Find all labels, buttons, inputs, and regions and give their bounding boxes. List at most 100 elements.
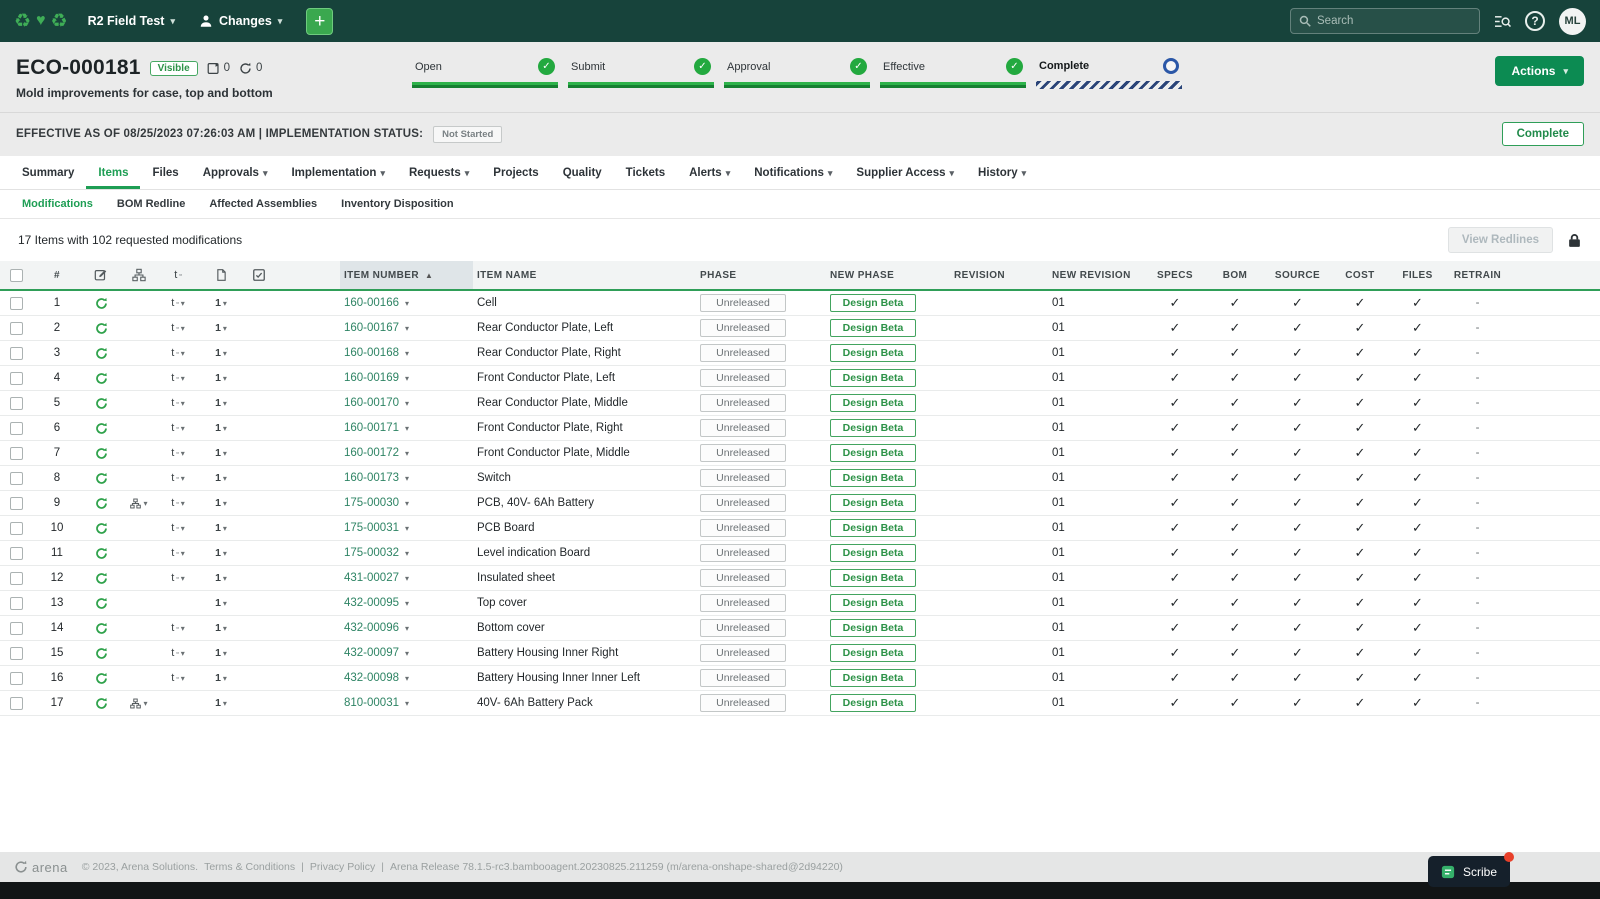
sync-count-button[interactable]: 0: [239, 62, 262, 75]
actions-button[interactable]: Actions ▾: [1495, 56, 1584, 86]
row-checkbox[interactable]: [10, 522, 23, 535]
chevron-down-icon[interactable]: ▾: [405, 549, 409, 558]
chevron-down-icon[interactable]: ▾: [405, 524, 409, 533]
subtab-bom-redline[interactable]: BOM Redline: [105, 190, 197, 218]
view-redlines-button[interactable]: View Redlines: [1448, 227, 1553, 253]
tasks-icon[interactable]: [244, 261, 340, 289]
lifecycle-dropdown[interactable]: t▫ ▾: [171, 472, 185, 484]
revision-count-dropdown[interactable]: 1 ▾: [215, 622, 227, 634]
chevron-down-icon[interactable]: ▾: [405, 324, 409, 333]
row-checkbox[interactable]: [10, 322, 23, 335]
chevron-down-icon[interactable]: ▾: [405, 299, 409, 308]
tab-history[interactable]: History: [966, 156, 1038, 189]
tab-supplier-access[interactable]: Supplier Access: [844, 156, 966, 189]
column-revision[interactable]: REVISION: [950, 261, 1048, 289]
privacy-link[interactable]: Privacy Policy: [310, 861, 375, 873]
subtab-affected-assemblies[interactable]: Affected Assemblies: [197, 190, 329, 218]
item-number-link[interactable]: 160-00170: [344, 397, 399, 409]
item-number-link[interactable]: 160-00172: [344, 447, 399, 459]
workspace-dropdown[interactable]: R2 Field Test ▾: [88, 14, 175, 28]
tab-notifications[interactable]: Notifications: [742, 156, 844, 189]
scribe-widget[interactable]: Scribe: [1428, 856, 1510, 887]
row-checkbox[interactable]: [10, 497, 23, 510]
arena-logo[interactable]: ♻ ♥ ♻: [14, 12, 68, 31]
tab-requests[interactable]: Requests: [397, 156, 481, 189]
where-used-dropdown[interactable]: ▾: [130, 698, 147, 709]
tab-quality[interactable]: Quality: [551, 156, 614, 189]
where-used-dropdown[interactable]: ▾: [130, 498, 147, 509]
column-new-revision[interactable]: NEW REVISION: [1048, 261, 1145, 289]
tab-approvals[interactable]: Approvals: [191, 156, 280, 189]
revision-count-dropdown[interactable]: 1 ▾: [215, 497, 227, 509]
row-checkbox[interactable]: [10, 572, 23, 585]
item-number-link[interactable]: 432-00095: [344, 597, 399, 609]
tab-alerts[interactable]: Alerts: [677, 156, 742, 189]
revision-count-dropdown[interactable]: 1 ▾: [215, 697, 227, 709]
create-new-button[interactable]: +: [306, 8, 333, 35]
row-checkbox[interactable]: [10, 397, 23, 410]
subtab-inventory-disposition[interactable]: Inventory Disposition: [329, 190, 465, 218]
row-checkbox[interactable]: [10, 297, 23, 310]
row-checkbox[interactable]: [10, 472, 23, 485]
column-files[interactable]: FILES: [1390, 261, 1445, 289]
revision-count-dropdown[interactable]: 1 ▾: [215, 397, 227, 409]
item-number-link[interactable]: 175-00032: [344, 547, 399, 559]
revision-count-dropdown[interactable]: 1 ▾: [215, 597, 227, 609]
document-icon[interactable]: [198, 261, 244, 289]
item-number-link[interactable]: 160-00171: [344, 422, 399, 434]
revision-count-dropdown[interactable]: 1 ▾: [215, 447, 227, 459]
lifecycle-dropdown[interactable]: t▫ ▾: [171, 372, 185, 384]
subtab-modifications[interactable]: Modifications: [10, 190, 105, 218]
revision-count-dropdown[interactable]: 1 ▾: [215, 672, 227, 684]
row-checkbox[interactable]: [10, 672, 23, 685]
lifecycle-dropdown[interactable]: t▫ ▾: [171, 647, 185, 659]
lifecycle-dropdown[interactable]: t▫ ▾: [171, 447, 185, 459]
advanced-search-icon[interactable]: [1494, 14, 1511, 29]
tab-projects[interactable]: Projects: [481, 156, 550, 189]
select-all-checkbox[interactable]: [10, 269, 23, 282]
column-cost[interactable]: COST: [1330, 261, 1390, 289]
revision-count-dropdown[interactable]: 1 ▾: [215, 647, 227, 659]
tab-summary[interactable]: Summary: [10, 156, 86, 189]
column-row-number[interactable]: #: [32, 261, 82, 289]
item-number-link[interactable]: 810-00031: [344, 697, 399, 709]
row-checkbox[interactable]: [10, 622, 23, 635]
column-retrain[interactable]: RETRAIN: [1445, 261, 1510, 289]
tab-implementation[interactable]: Implementation: [279, 156, 397, 189]
item-number-link[interactable]: 175-00030: [344, 497, 399, 509]
chevron-down-icon[interactable]: ▾: [405, 674, 409, 683]
item-number-link[interactable]: 175-00031: [344, 522, 399, 534]
lifecycle-dropdown[interactable]: t▫ ▾: [171, 672, 185, 684]
revision-count-dropdown[interactable]: 1 ▾: [215, 372, 227, 384]
avatar[interactable]: ML: [1559, 8, 1586, 35]
tab-tickets[interactable]: Tickets: [614, 156, 677, 189]
item-number-link[interactable]: 160-00166: [344, 297, 399, 309]
item-number-link[interactable]: 160-00169: [344, 372, 399, 384]
help-icon[interactable]: ?: [1525, 11, 1545, 31]
row-checkbox[interactable]: [10, 447, 23, 460]
notes-count-button[interactable]: 0: [207, 62, 230, 75]
lifecycle-dropdown[interactable]: t▫ ▾: [171, 347, 185, 359]
chevron-down-icon[interactable]: ▾: [405, 599, 409, 608]
column-phase[interactable]: PHASE: [700, 261, 830, 289]
chevron-down-icon[interactable]: ▾: [405, 474, 409, 483]
row-checkbox[interactable]: [10, 697, 23, 710]
revision-count-dropdown[interactable]: 1 ▾: [215, 297, 227, 309]
column-bom[interactable]: BOM: [1205, 261, 1265, 289]
chevron-down-icon[interactable]: ▾: [405, 624, 409, 633]
item-number-link[interactable]: 160-00167: [344, 322, 399, 334]
chevron-down-icon[interactable]: ▾: [405, 349, 409, 358]
complete-button[interactable]: Complete: [1502, 122, 1584, 146]
revision-count-dropdown[interactable]: 1 ▾: [215, 472, 227, 484]
row-checkbox[interactable]: [10, 597, 23, 610]
item-number-link[interactable]: 432-00098: [344, 672, 399, 684]
lifecycle-dropdown[interactable]: t▫ ▾: [171, 522, 185, 534]
column-new-phase[interactable]: NEW PHASE: [830, 261, 950, 289]
item-number-link[interactable]: 432-00096: [344, 622, 399, 634]
lifecycle-dropdown[interactable]: t▫ ▾: [171, 297, 185, 309]
chevron-down-icon[interactable]: ▾: [405, 399, 409, 408]
row-checkbox[interactable]: [10, 547, 23, 560]
lock-icon[interactable]: [1567, 233, 1582, 248]
chevron-down-icon[interactable]: ▾: [405, 449, 409, 458]
revision-count-dropdown[interactable]: 1 ▾: [215, 572, 227, 584]
